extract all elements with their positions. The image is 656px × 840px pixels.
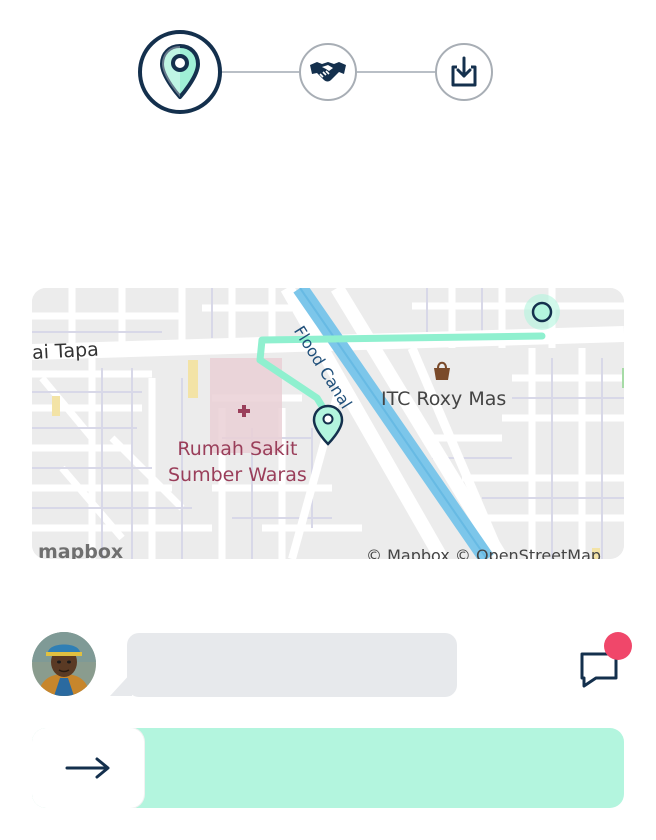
step-connector [222,71,300,73]
map-street-label: ai Tapa [32,338,100,364]
map-attribution[interactable]: © Mapbox © OpenStreetMap [366,546,601,559]
avatar[interactable] [32,632,96,696]
map-poi-label: ITC Roxy Mas [381,388,507,410]
slide-to-confirm[interactable] [32,728,624,808]
step-connector [357,71,435,73]
step-handshake [299,43,357,101]
map-tiles [32,288,624,559]
slider-handle[interactable] [32,728,144,808]
unread-badge [604,632,632,660]
avatar-image [32,632,96,696]
map-hospital-label: Rumah Sakit Sumber Waras [168,436,307,488]
chat-bubble [127,633,457,697]
step-download [435,43,493,101]
arrow-right-icon [65,757,110,779]
location-pin-icon [160,44,200,99]
download-icon [451,56,477,87]
progress-steps [0,0,656,140]
mapbox-logo[interactable]: mapbox [38,541,123,559]
route-map[interactable]: ai Tapa Flood Canal ITC Roxy Mas Rumah S… [32,288,624,559]
step-location [138,30,222,114]
hospital-label-line: Rumah Sakit [177,438,298,460]
hospital-label-line: Sumber Waras [168,464,307,486]
handshake-icon [310,62,346,82]
